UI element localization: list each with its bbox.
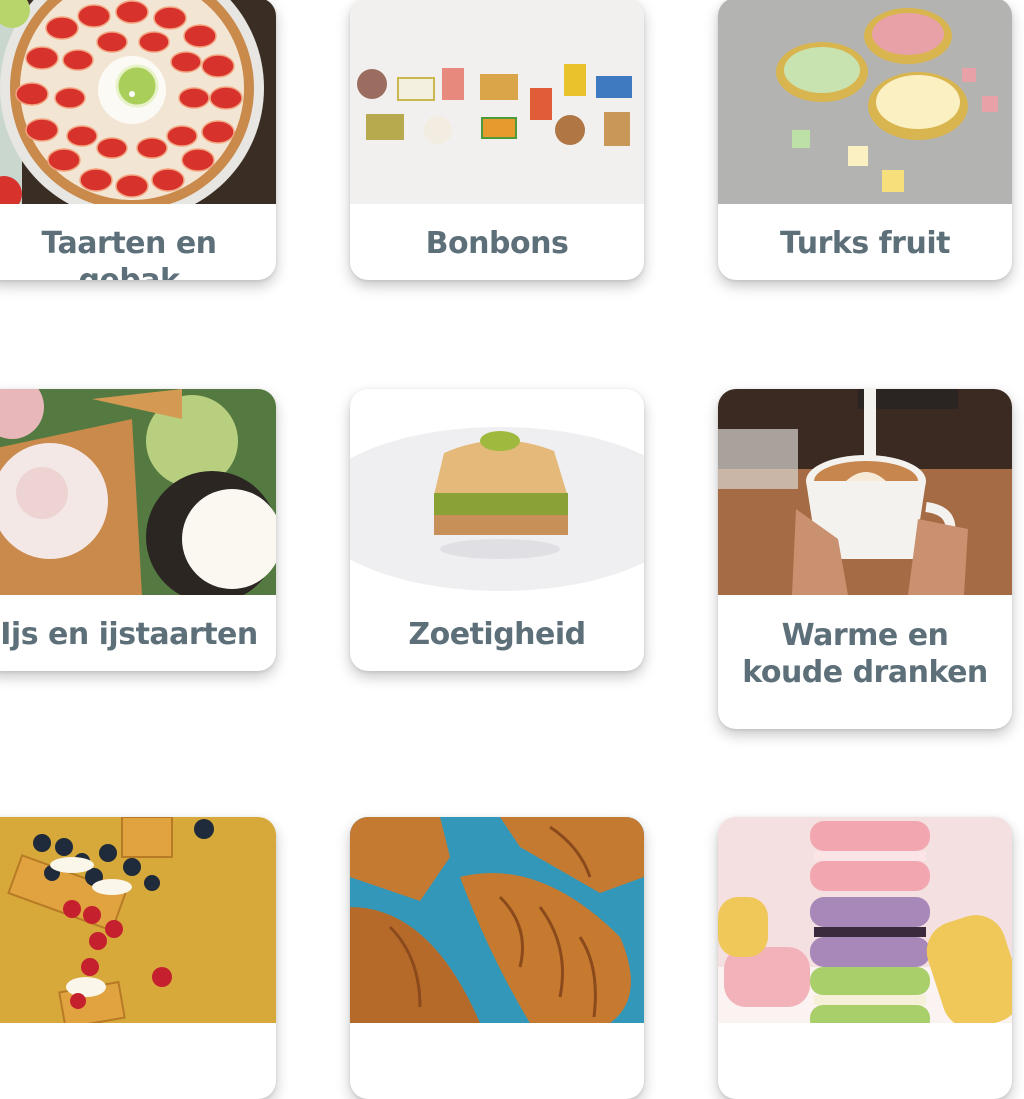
category-label: Ijs en ijstaarten — [0, 617, 258, 652]
strawberry-tart-image — [0, 0, 276, 204]
category-label: Warme en koude dranken — [742, 618, 988, 690]
ice-cream-image — [0, 389, 276, 595]
category-label — [718, 1023, 1012, 1099]
bonbons-image — [350, 0, 644, 204]
category-label: Turks fruit — [780, 226, 950, 261]
category-card-ijs[interactable]: Ijs en ijstaarten — [0, 389, 276, 671]
baklava-image — [350, 389, 644, 595]
category-card-macarons[interactable] — [718, 817, 1012, 1099]
category-label — [350, 1023, 644, 1099]
category-card-taarten[interactable]: Taarten en gebak — [0, 0, 276, 280]
category-card-bonbons[interactable]: Bonbons — [350, 0, 644, 280]
croissants-image — [350, 817, 644, 1023]
category-card-waffle[interactable] — [0, 817, 276, 1099]
macarons-image — [718, 817, 1012, 1023]
coffee-image — [718, 389, 1012, 595]
category-label: Zoetigheid — [408, 617, 586, 652]
category-label: Taarten en gebak — [41, 226, 217, 280]
category-card-turks-fruit[interactable]: Turks fruit — [718, 0, 1012, 280]
category-label — [0, 1023, 276, 1099]
category-label: Bonbons — [425, 226, 569, 261]
category-card-zoetigheid[interactable]: Zoetigheid — [350, 389, 644, 671]
category-card-dranken[interactable]: Warme en koude dranken — [718, 389, 1012, 729]
turkish-delight-image — [718, 0, 1012, 204]
category-card-croissants[interactable] — [350, 817, 644, 1099]
waffle-berries-image — [0, 817, 276, 1023]
